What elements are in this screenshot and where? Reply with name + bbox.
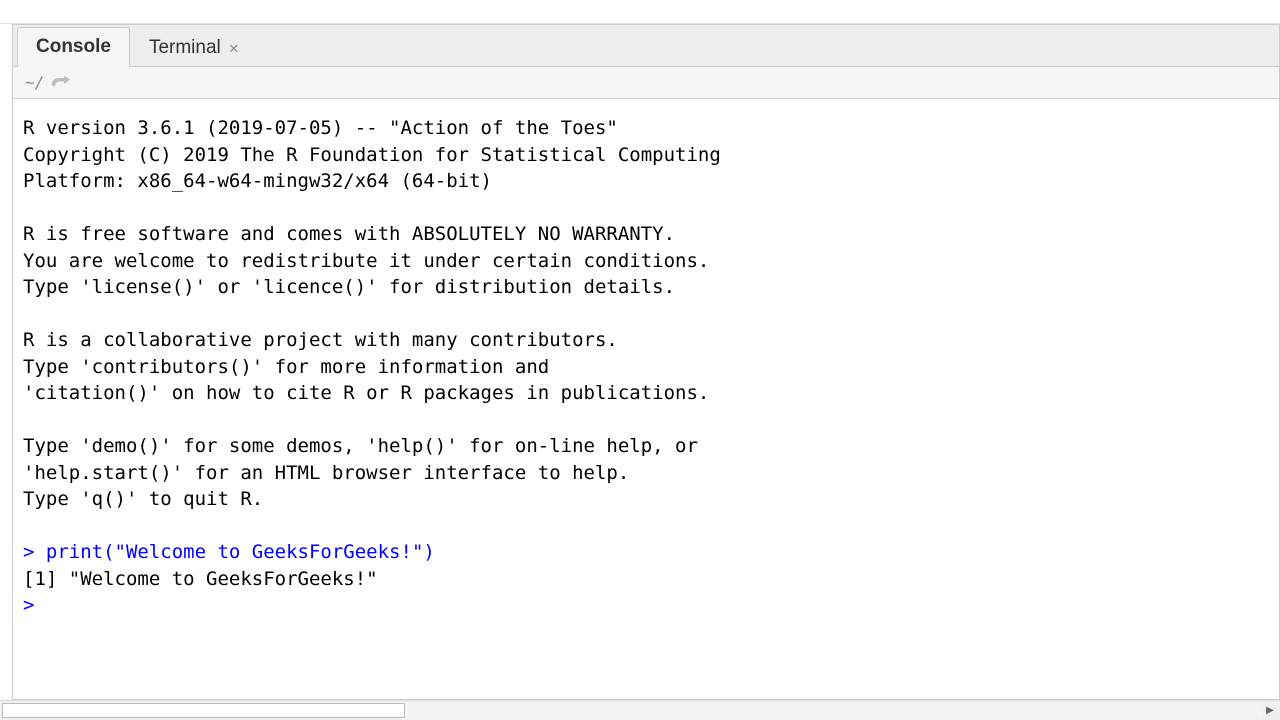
- console-line: 'help.start()' for an HTML browser inter…: [23, 462, 629, 484]
- console-line: Type 'contributors()' for more informati…: [23, 356, 549, 378]
- scroll-right-arrow-icon[interactable]: ▶: [1262, 701, 1278, 720]
- console-line: Copyright (C) 2019 The R Foundation for …: [23, 144, 721, 166]
- console-line: 'citation()' on how to cite R or R packa…: [23, 382, 709, 404]
- console-line: Type 'demo()' for some demos, 'help()' f…: [23, 435, 698, 457]
- scrollbar-thumb[interactable]: [2, 703, 405, 718]
- console-toolbar: ~/: [13, 67, 1279, 99]
- working-directory-label[interactable]: ~/: [25, 73, 44, 92]
- console-panel: Console Terminal × ~/ R version 3.6.1 (2…: [12, 24, 1280, 700]
- console-output[interactable]: R version 3.6.1 (2019-07-05) -- "Action …: [13, 99, 1279, 699]
- scrollbar-track[interactable]: [2, 703, 1262, 718]
- console-output-line: [1] "Welcome to GeeksForGeeks!": [23, 568, 378, 590]
- tab-console[interactable]: Console: [17, 27, 130, 67]
- console-line: Platform: x86_64-w64-mingw32/x64 (64-bit…: [23, 170, 492, 192]
- console-line: Type 'q()' to quit R.: [23, 488, 263, 510]
- console-line: R is a collaborative project with many c…: [23, 329, 618, 351]
- tab-terminal-label: Terminal: [149, 37, 221, 59]
- share-arrow-icon[interactable]: [50, 75, 70, 91]
- tab-terminal[interactable]: Terminal ×: [130, 28, 258, 67]
- console-prompt[interactable]: >: [23, 594, 46, 616]
- console-line: R version 3.6.1 (2019-07-05) -- "Action …: [23, 117, 618, 139]
- console-line: You are welcome to redistribute it under…: [23, 250, 709, 272]
- window-top-strip: [0, 0, 1280, 24]
- console-line: Type 'license()' or 'licence()' for dist…: [23, 276, 675, 298]
- console-line: R is free software and comes with ABSOLU…: [23, 223, 675, 245]
- horizontal-scrollbar[interactable]: ▶: [0, 700, 1280, 720]
- console-prompt: >: [23, 541, 46, 563]
- tab-bar: Console Terminal ×: [13, 25, 1279, 67]
- console-command: print("Welcome to GeeksForGeeks!"): [46, 541, 435, 563]
- close-icon[interactable]: ×: [229, 40, 239, 57]
- tab-console-label: Console: [36, 36, 111, 58]
